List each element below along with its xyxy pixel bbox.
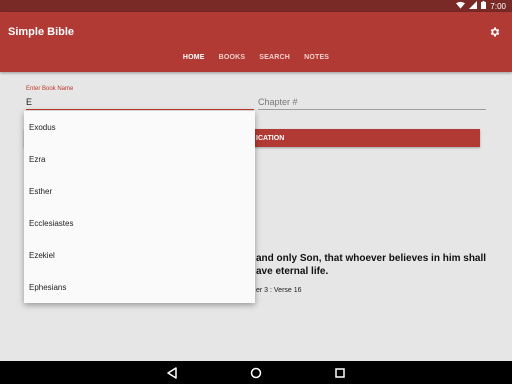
app-bar: Simple Bible HOME BOOKS SEARCH NOTES [0,12,512,72]
home-icon [250,367,262,378]
gear-icon [490,27,500,37]
verse-reference: er 3 : Verse 16 [256,287,302,294]
suggestion-item[interactable]: Ezekiel [24,239,255,271]
app-title: Simple Bible [8,26,75,38]
settings-button[interactable] [488,25,502,39]
verse-line: and only Son, that whoever believes in h… [256,253,487,264]
status-bar: 7:00 [0,0,512,12]
chapter-input[interactable] [258,95,486,110]
suggestion-item[interactable]: Ecclesiastes [24,207,255,239]
book-name-label: Enter Book Name [26,86,74,92]
book-name-input[interactable] [26,95,254,110]
tab-search[interactable]: SEARCH [259,54,290,68]
tab-home[interactable]: HOME [183,54,205,68]
suggestion-item[interactable]: Esther [24,175,255,207]
suggestion-item[interactable]: Exodus [24,111,255,143]
book-suggestion-dropdown: Exodus Ezra Esther Ecclesiastes Ezekiel … [24,111,255,303]
action-button-label: ICATION [256,134,285,142]
verse-text: and only Son, that whoever believes in h… [256,252,496,278]
home-button[interactable] [249,366,263,380]
verse-line: ave eternal life. [256,266,329,277]
signal-icon [469,1,478,11]
tab-notes[interactable]: NOTES [304,54,329,68]
clock: 7:00 [490,1,506,11]
suggestion-item[interactable]: Ephesians [24,271,255,303]
battery-icon [481,1,487,11]
tab-bar: HOME BOOKS SEARCH NOTES [0,54,512,68]
recents-icon [335,367,345,378]
wifi-icon [456,1,466,11]
back-button[interactable] [165,366,179,380]
system-nav-bar [0,361,512,384]
suggestion-item[interactable]: Ezra [24,143,255,175]
recents-button[interactable] [333,366,347,380]
tab-books[interactable]: BOOKS [219,54,246,68]
back-icon [167,366,177,379]
